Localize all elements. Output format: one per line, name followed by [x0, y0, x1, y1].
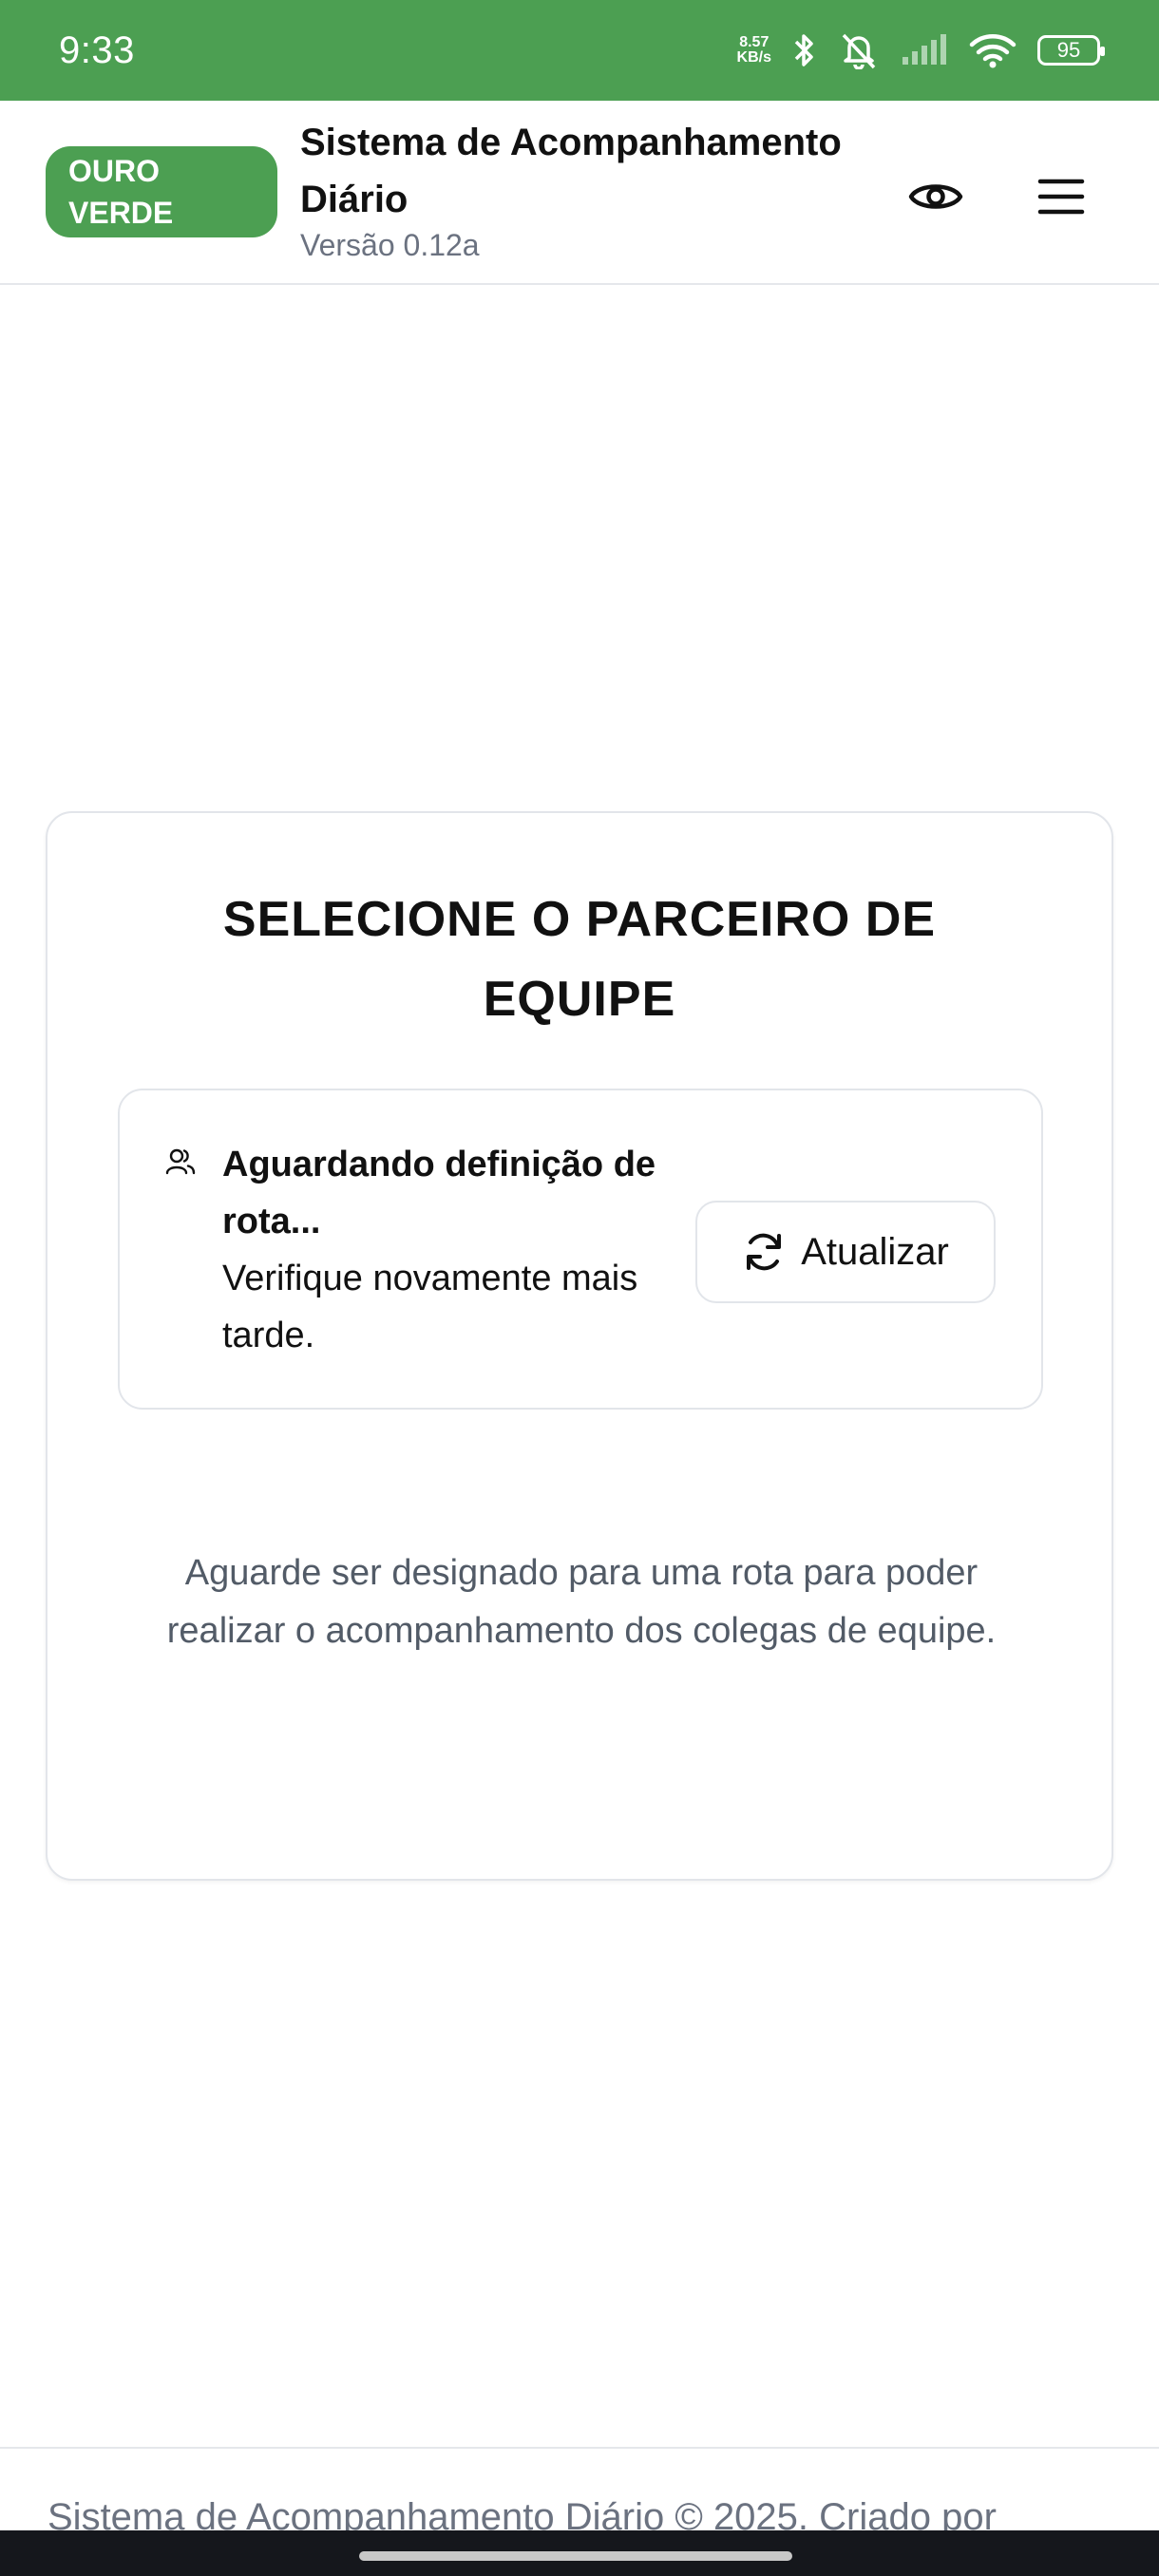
view-toggle-button[interactable]: [901, 161, 971, 232]
brand-badge: OURO VERDE: [46, 146, 277, 237]
route-status-title: Aguardando definição de rota...: [222, 1145, 656, 1241]
status-bar: 9:33 8.57 KB/s 95: [0, 0, 1159, 101]
network-speed: 8.57 KB/s: [737, 35, 771, 66]
app-version: Versão 0.12a: [300, 228, 480, 262]
app-title: Sistema de Acompanhamento Diário: [300, 122, 842, 220]
menu-button[interactable]: [1026, 161, 1096, 232]
network-speed-unit: KB/s: [736, 49, 771, 66]
route-status-text: Aguardando definição de rota... Verifiqu…: [222, 1136, 659, 1364]
route-status-box: Aguardando definição de rota... Verifiqu…: [118, 1089, 1043, 1410]
status-icons: 8.57 KB/s 95: [737, 31, 1105, 69]
status-time: 9:33: [59, 28, 135, 71]
signal-icon: [901, 34, 948, 66]
system-nav-bar: [0, 2530, 1159, 2576]
battery-level: 95: [1056, 38, 1081, 62]
home-gesture-handle[interactable]: [359, 2551, 792, 2561]
bluetooth-icon: [792, 31, 817, 69]
network-speed-value: 8.57: [739, 34, 770, 50]
route-status-subtitle: Verifique novamente mais tarde.: [222, 1259, 638, 1355]
partner-selection-card: SELECIONE O PARCEIRO DE EQUIPE Aguardand…: [46, 811, 1113, 1881]
users-icon: [165, 1147, 196, 1181]
bell-off-icon: [838, 31, 880, 69]
eye-icon: [908, 184, 963, 209]
menu-icon: [1037, 179, 1085, 215]
battery-icon: 95: [1037, 35, 1105, 66]
app-header: OURO VERDE Sistema de Acompanhamento Diá…: [0, 101, 1159, 285]
refresh-button-label: Atualizar: [801, 1230, 949, 1273]
waiting-message: Aguarde ser designado para uma rota para…: [166, 1553, 997, 1651]
wifi-icon: [969, 32, 1016, 68]
footer: Sistema de Acompanhamento Diário © 2025.…: [0, 2447, 1159, 2532]
refresh-button[interactable]: Atualizar: [695, 1201, 996, 1303]
footer-text: Sistema de Acompanhamento Diário © 2025.…: [48, 2496, 997, 2532]
refresh-icon: [747, 1233, 782, 1271]
card-title: SELECIONE O PARCEIRO DE EQUIPE: [222, 892, 937, 1027]
